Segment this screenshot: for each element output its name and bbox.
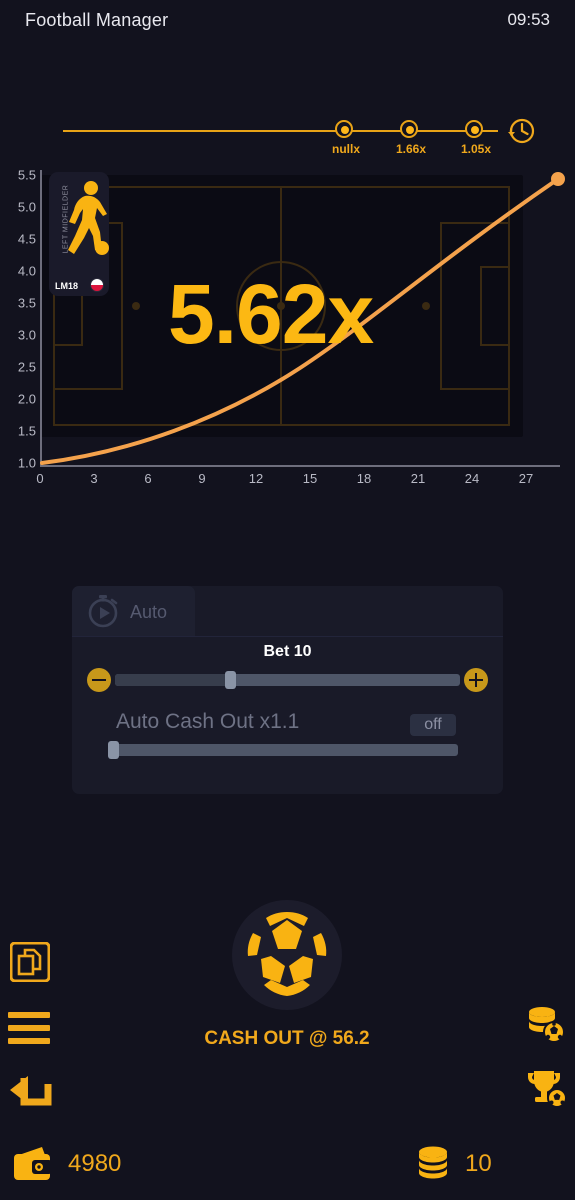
coin-value: 10 — [465, 1150, 492, 1177]
x-axis-labels: 0 3 6 9 12 15 18 21 24 27 — [0, 467, 575, 491]
x-tick: 24 — [464, 471, 480, 486]
x-tick: 21 — [410, 471, 426, 486]
bet-slider[interactable] — [115, 671, 460, 689]
auto-cashout-slider[interactable] — [108, 741, 458, 759]
x-tick: 18 — [356, 471, 372, 486]
x-tick: 27 — [518, 471, 534, 486]
poland-flag-icon — [90, 278, 104, 292]
panel-divider — [72, 636, 503, 637]
trophy-button[interactable] — [525, 1068, 567, 1113]
hamburger-menu-icon-bar — [8, 1038, 50, 1044]
wallet-icon — [14, 1147, 52, 1180]
x-tick: 15 — [302, 471, 318, 486]
status-time: 09:53 — [507, 10, 550, 29]
title-bar: Football Manager 09:53 — [0, 0, 575, 44]
auto-cashout-slider-thumb[interactable] — [108, 741, 119, 759]
hamburger-menu-icon-bar — [8, 1025, 50, 1031]
history-marker-dot-icon — [341, 126, 349, 134]
y-axis-labels: 5.5 5.0 4.5 4.0 3.5 3.0 2.5 2.0 1.5 1.0 — [6, 165, 36, 471]
player-card[interactable]: LEFT MIDFIELDER LM18 — [49, 172, 109, 296]
cash-out-label: CASH OUT @ 56.2 — [204, 1028, 370, 1049]
x-tick: 0 — [36, 471, 44, 486]
app-root: Football Manager 09:53 nullx 1.66x 1.05x — [0, 0, 575, 1200]
y-tick: 3.5 — [17, 295, 36, 311]
copy-button[interactable] — [9, 941, 51, 987]
history-clock-icon[interactable] — [505, 115, 537, 147]
bet-panel: Auto Bet 10 Auto Cash Out x1.1 off — [72, 586, 503, 794]
stopwatch-play-icon — [88, 595, 118, 628]
x-tick: 3 — [90, 471, 98, 486]
y-tick: 1.5 — [17, 423, 36, 439]
undo-arrow-icon — [10, 1076, 52, 1106]
coins-button[interactable] — [525, 1004, 565, 1049]
history-line — [63, 130, 498, 132]
wallet-value: 4980 — [68, 1150, 122, 1177]
x-tick: 6 — [144, 471, 152, 486]
y-tick: 2.0 — [17, 391, 36, 407]
history-marker-0[interactable]: nullx — [332, 120, 360, 156]
bottom-bar: 4980 10 — [0, 1140, 575, 1200]
hamburger-menu-icon-bar — [8, 1012, 50, 1018]
history-marker-label: nullx — [331, 142, 361, 156]
coins-stack-ball-icon — [529, 1007, 565, 1043]
history-marker-label: 1.66x — [395, 142, 427, 156]
cash-out-button[interactable]: CASH OUT @ 56.2 — [204, 900, 370, 1055]
coins-icon — [419, 1146, 447, 1179]
current-multiplier: 5.62x — [168, 267, 374, 361]
trophy-ball-icon — [528, 1071, 567, 1108]
history-marker-1[interactable]: 1.66x — [396, 120, 426, 156]
footballer-icon — [68, 181, 109, 255]
app-title: Football Manager — [25, 10, 169, 30]
y-tick: 3.0 — [17, 327, 36, 343]
football-ball-icon — [232, 900, 342, 1010]
y-tick: 4.5 — [17, 231, 36, 247]
x-tick: 12 — [248, 471, 264, 486]
copy-documents-icon — [9, 941, 51, 983]
history-marker-dot-icon — [471, 126, 479, 134]
bet-decrease-button[interactable] — [87, 668, 111, 692]
auto-cashout-label: Auto Cash Out x1.1 — [116, 710, 300, 733]
coin-balance[interactable]: 10 — [415, 1144, 492, 1184]
undo-button[interactable] — [8, 1072, 54, 1119]
wallet-balance[interactable]: 4980 — [12, 1144, 121, 1184]
y-tick: 2.5 — [17, 359, 36, 375]
bet-increase-button[interactable] — [464, 668, 488, 692]
y-tick: 4.0 — [17, 263, 36, 279]
menu-button[interactable] — [8, 1012, 50, 1051]
history-marker-2[interactable]: 1.05x — [461, 120, 491, 156]
y-tick: 5.5 — [17, 167, 36, 183]
history-marker-dot-icon — [406, 126, 414, 134]
tab-auto[interactable]: Auto — [72, 586, 195, 636]
bet-slider-thumb[interactable] — [225, 671, 237, 689]
player-code-label: LM18 — [55, 281, 79, 291]
bet-slider-fill — [115, 674, 229, 686]
tab-auto-label: Auto — [130, 602, 168, 622]
y-tick: 5.0 — [17, 199, 36, 215]
x-tick: 9 — [198, 471, 206, 486]
history-strip: nullx 1.66x 1.05x — [0, 110, 575, 162]
bet-amount-label: Bet 10 — [263, 643, 312, 660]
auto-cashout-toggle[interactable]: off — [410, 714, 456, 736]
history-marker-label: 1.05x — [460, 142, 492, 156]
